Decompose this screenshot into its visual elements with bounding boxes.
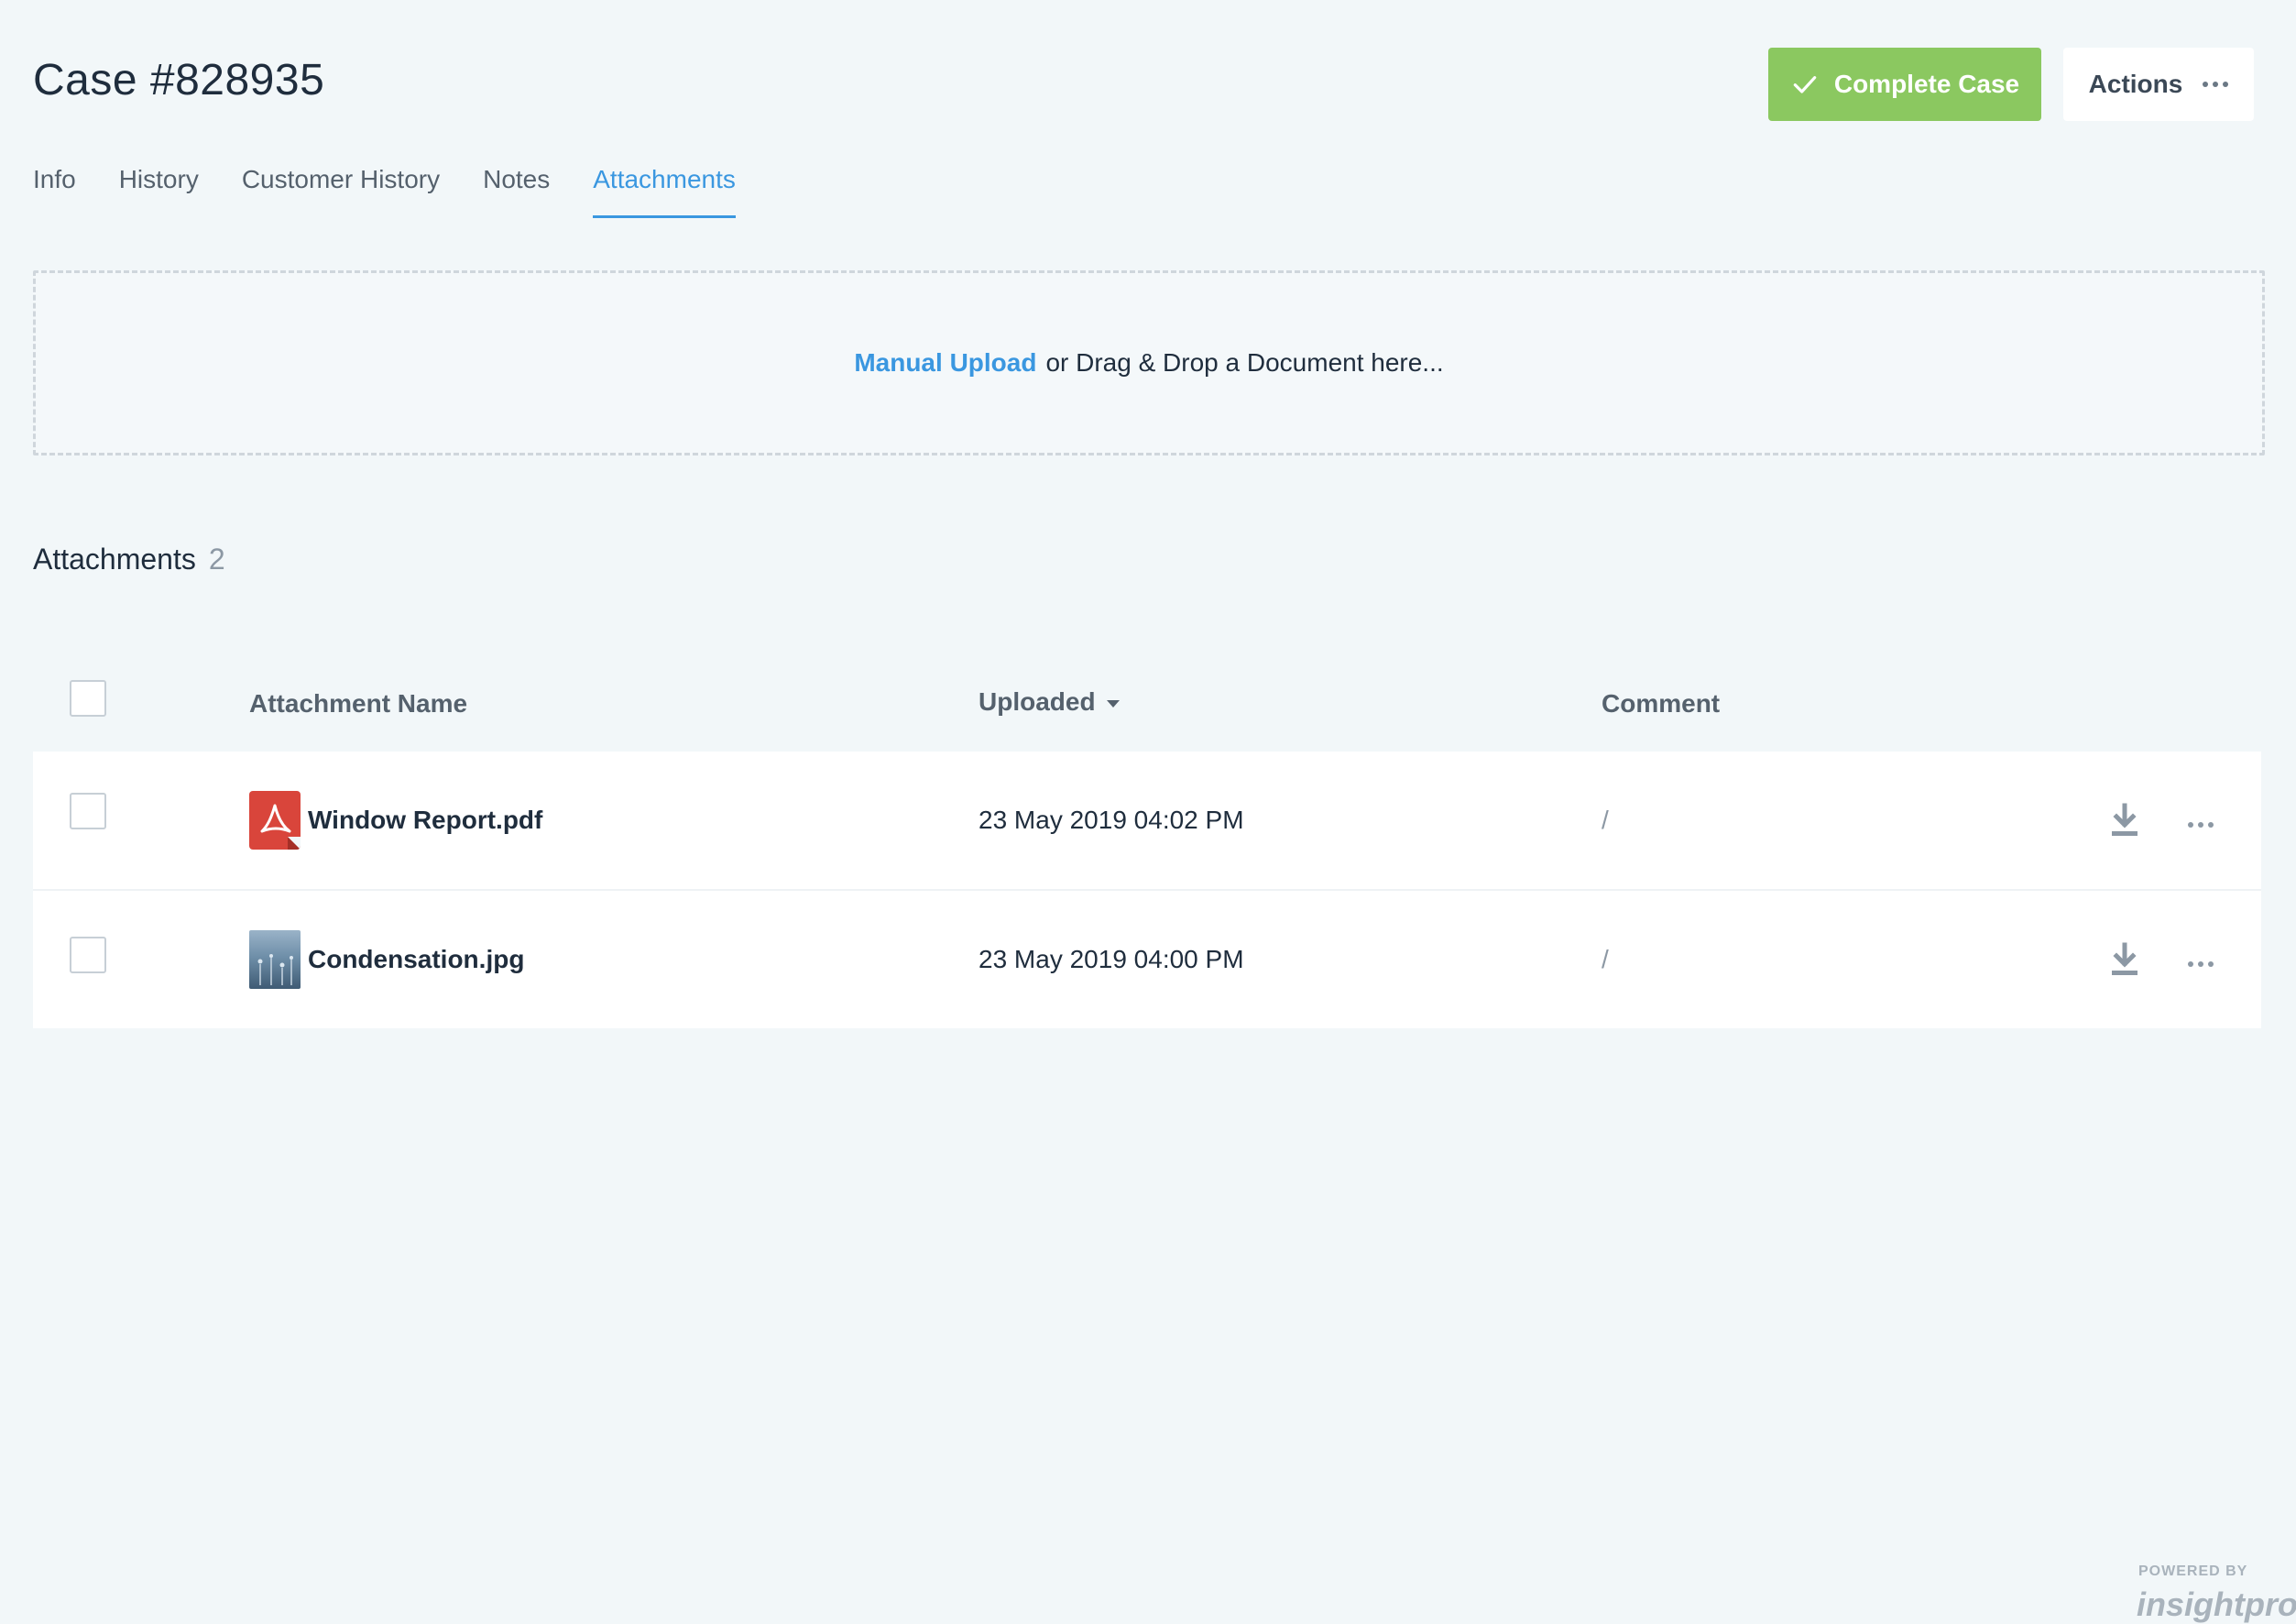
- case-page: Case #828935 Complete Case Actions Info …: [0, 0, 2296, 1623]
- row-more-options-icon[interactable]: [2188, 816, 2214, 832]
- tab-info[interactable]: Info: [33, 161, 76, 218]
- download-icon[interactable]: [2107, 802, 2142, 839]
- attachment-name-cell: Condensation.jpg: [249, 891, 524, 1028]
- dropzone-text: or Drag & Drop a Document here...: [1045, 348, 1444, 377]
- page-title: Case #828935: [33, 56, 325, 104]
- attachment-name[interactable]: Condensation.jpg: [308, 945, 524, 974]
- select-all-checkbox[interactable]: [70, 680, 106, 717]
- download-icon[interactable]: [2107, 941, 2142, 978]
- table-row[interactable]: Window Report.pdf 23 May 2019 04:02 PM /: [33, 752, 2261, 891]
- attachments-section-title: Attachments 2: [33, 543, 225, 576]
- image-thumbnail: [249, 930, 301, 989]
- column-uploaded-label: Uploaded: [979, 687, 1096, 716]
- table-row[interactable]: Condensation.jpg 23 May 2019 04:00 PM /: [33, 891, 2261, 1028]
- row-more-options-icon[interactable]: [2188, 955, 2214, 971]
- comment-cell: /: [1602, 945, 1609, 973]
- uploaded-date: 23 May 2019 04:00 PM: [979, 945, 1244, 973]
- row-checkbox[interactable]: [70, 793, 106, 829]
- tab-bar: Info History Customer History Notes Atta…: [33, 161, 779, 218]
- actions-label: Actions: [2088, 70, 2183, 98]
- tab-attachments[interactable]: Attachments: [593, 161, 736, 218]
- attachments-table: Attachment Name Uploaded Comment Window …: [33, 665, 2261, 1028]
- actions-button[interactable]: Actions: [2063, 48, 2254, 121]
- attachment-name[interactable]: Window Report.pdf: [308, 806, 542, 835]
- pdf-file-icon: [249, 791, 301, 850]
- sort-caret-down-icon: [1106, 700, 1120, 708]
- attachments-heading: Attachments: [33, 543, 196, 576]
- column-comment: Comment: [1602, 689, 1721, 718]
- complete-case-label: Complete Case: [1833, 70, 2020, 98]
- table-header: Attachment Name Uploaded Comment: [33, 665, 2261, 752]
- uploaded-date: 23 May 2019 04:02 PM: [979, 806, 1244, 834]
- tab-history[interactable]: History: [119, 161, 199, 218]
- powered-by-label: POWERED BY: [2138, 1564, 2248, 1579]
- brand-logo: insightpro: [2137, 1586, 2296, 1623]
- attachment-name-cell: Window Report.pdf: [249, 752, 542, 889]
- column-uploaded[interactable]: Uploaded: [979, 687, 1120, 717]
- upload-dropzone[interactable]: Manual Upload or Drag & Drop a Document …: [33, 270, 2265, 455]
- tab-customer-history[interactable]: Customer History: [242, 161, 440, 218]
- column-attachment-name: Attachment Name: [249, 689, 468, 718]
- checkmark-icon: [1793, 76, 1817, 93]
- more-dots-icon: [2203, 82, 2229, 87]
- tab-notes[interactable]: Notes: [483, 161, 550, 218]
- row-checkbox[interactable]: [70, 937, 106, 973]
- attachments-count: 2: [208, 543, 225, 576]
- comment-cell: /: [1602, 806, 1609, 834]
- manual-upload-link[interactable]: Manual Upload: [854, 348, 1036, 378]
- complete-case-button[interactable]: Complete Case: [1768, 48, 2041, 121]
